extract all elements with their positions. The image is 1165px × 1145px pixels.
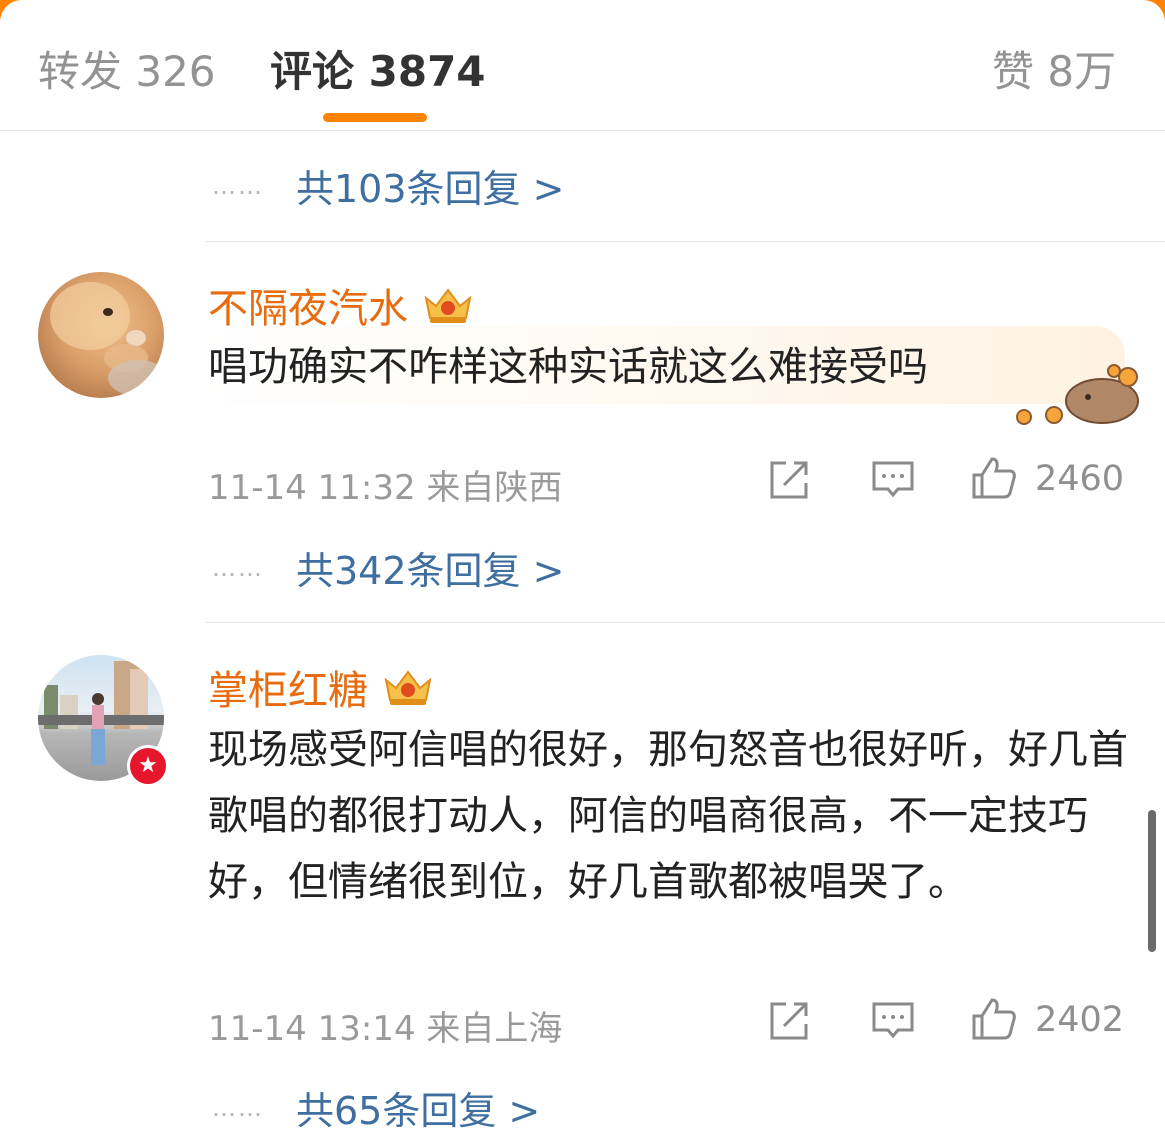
- comment-username[interactable]: 掌柜红糖: [208, 658, 434, 716]
- view-replies-link[interactable]: …… 共103条回复 >: [212, 158, 564, 213]
- capybara-sticker-icon: [1016, 364, 1139, 425]
- comment-text: 唱功确实不咋样这种实话就这么难接受吗: [208, 344, 928, 390]
- share-icon[interactable]: [768, 459, 812, 501]
- replies-label: 共342条回复 >: [296, 549, 565, 593]
- ellipsis-icon: ……: [212, 1093, 264, 1122]
- like-icon[interactable]: [970, 996, 1018, 1042]
- comment-meta: 11-14 11:32 来自陕西: [208, 468, 563, 508]
- crown-badge-icon: [424, 288, 472, 323]
- view-replies-link[interactable]: …… 共342条回复 >: [212, 540, 564, 595]
- view-replies-link[interactable]: …… 共65条回复 >: [212, 1080, 540, 1135]
- cat-avatar-icon: [50, 282, 164, 396]
- comment-icon[interactable]: [870, 459, 916, 501]
- comment-text: 现场感受阿信唱的很好，那句怒音也很好听，好几首歌唱的都很打动人，阿信的唱商很高，…: [208, 727, 1128, 905]
- like-count: 2460: [1035, 459, 1125, 499]
- comment-meta: 11-14 13:14 来自上海: [208, 1009, 563, 1049]
- verified-badge-icon: ★: [127, 745, 169, 787]
- tab-repost[interactable]: 转发 326: [38, 38, 216, 99]
- tab-like[interactable]: 赞 8万: [992, 38, 1116, 99]
- replies-label: 共65条回复 >: [296, 1089, 541, 1133]
- tab-comment[interactable]: 评论 3874: [270, 38, 486, 99]
- avatar[interactable]: [38, 272, 164, 398]
- crown-badge-icon: [384, 670, 432, 705]
- divider: [205, 622, 1165, 623]
- like-icon[interactable]: [970, 455, 1018, 501]
- tab-bar: 转发 326 评论 3874 赞 8万: [0, 0, 1165, 131]
- replies-label: 共103条回复 >: [296, 167, 565, 211]
- ellipsis-icon: ……: [212, 553, 264, 582]
- ellipsis-icon: ……: [212, 171, 264, 200]
- divider: [205, 241, 1165, 242]
- comment-icon[interactable]: [870, 1000, 916, 1042]
- active-tab-indicator: [323, 113, 427, 122]
- share-icon[interactable]: [768, 1000, 812, 1042]
- like-count: 2402: [1035, 1000, 1125, 1040]
- scrollbar[interactable]: [1148, 810, 1156, 952]
